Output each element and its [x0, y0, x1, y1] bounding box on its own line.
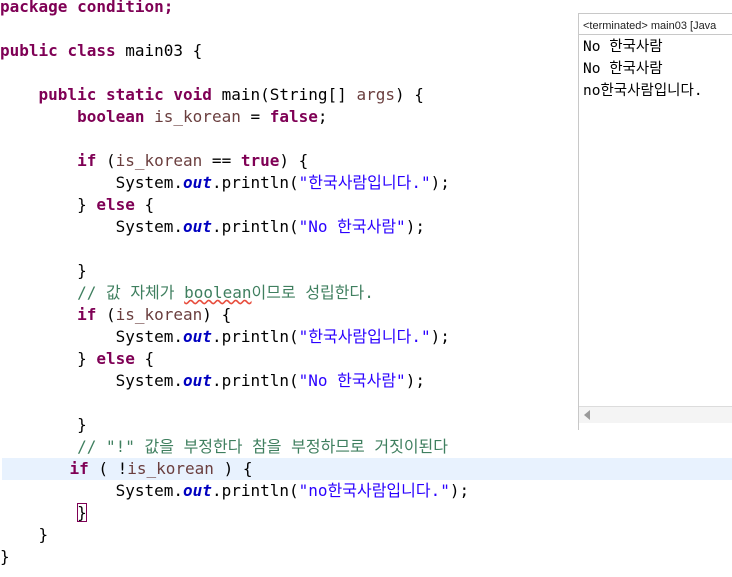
static-field: out	[183, 217, 212, 236]
keyword: public	[38, 85, 97, 104]
keyword: void	[173, 85, 212, 104]
matching-bracket: }	[77, 503, 87, 522]
code-text: );	[449, 481, 470, 500]
keyword: public	[0, 41, 58, 60]
console-panel[interactable]: <terminated> main03 [Java No 한국사람 No 한국사…	[578, 13, 732, 430]
code-text: .println(	[211, 371, 299, 390]
keyword: false	[269, 107, 318, 126]
class-name: main03 {	[115, 41, 203, 60]
code-text: }	[77, 349, 87, 368]
code-line-declare: boolean is_korean = false;	[0, 106, 328, 128]
code-text: System.	[115, 371, 184, 390]
console-output-line: no한국사람입니다.	[583, 83, 703, 99]
code-text: {	[134, 349, 155, 368]
scroll-left-icon[interactable]	[584, 410, 590, 420]
comment: // "!" 값을 부정한다 참을 부정하므로 거짓이된다	[77, 437, 448, 456]
static-field: out	[183, 371, 212, 390]
code-text: }	[77, 415, 87, 434]
code-text: );	[405, 217, 425, 236]
keyword: static	[105, 85, 164, 104]
variable: is_korean	[154, 107, 241, 126]
parameter: args	[356, 85, 395, 104]
code-text: }	[38, 525, 49, 544]
variable: is_korean	[115, 151, 203, 170]
code-text: }	[77, 195, 87, 214]
static-field: out	[183, 481, 212, 500]
code-text: System.	[115, 217, 184, 236]
keyword: else	[96, 349, 135, 368]
code-text: ) {	[279, 151, 309, 170]
horizontal-scrollbar[interactable]	[579, 406, 732, 423]
code-text: {	[134, 195, 155, 214]
variable: is_korean	[115, 305, 203, 324]
code-line-class: public class main03 {	[0, 40, 202, 62]
code-line-if1: if (is_korean == true) {	[0, 150, 308, 172]
code-line-close: }	[0, 546, 10, 568]
code-line-close: }	[0, 414, 87, 436]
code-line-println: System.out.println("No 한국사람");	[0, 370, 425, 392]
code-line-println: System.out.println("no한국사람입니다.");	[0, 480, 470, 502]
code-line-println: System.out.println("한국사람입니다.");	[0, 172, 450, 194]
string-literal: "No 한국사람"	[298, 217, 406, 236]
code-text: (	[96, 151, 116, 170]
code-text: .println(	[211, 481, 299, 500]
string-literal: "No 한국사람"	[298, 371, 406, 390]
code-line-println: System.out.println("No 한국사람");	[0, 216, 425, 238]
code-text: }	[0, 547, 10, 566]
console-header: <terminated> main03 [Java	[583, 20, 717, 32]
code-text: .println(	[211, 217, 299, 236]
keyword: true	[240, 151, 280, 170]
current-line-highlight[interactable]: if ( !is_korean ) {	[2, 458, 732, 480]
string-literal: "no한국사람입니다."	[298, 481, 450, 500]
code-text: .println(	[211, 173, 299, 192]
code-text: ;	[317, 107, 328, 126]
code-line-close: }	[0, 524, 49, 546]
method-signature: main(String[]	[211, 85, 357, 104]
keyword: if	[69, 459, 89, 478]
keyword: class	[67, 41, 116, 60]
code-text: System.	[115, 481, 184, 500]
keyword: else	[96, 195, 135, 214]
code-text: ) {	[394, 85, 424, 104]
variable: is_korean	[127, 459, 214, 478]
code-text: System.	[115, 173, 184, 192]
divider	[579, 34, 732, 35]
static-field: out	[183, 327, 212, 346]
code-text: =	[240, 107, 270, 126]
package-declaration: package condition;	[0, 0, 174, 16]
code-line-else: } else {	[0, 348, 154, 370]
keyword: if	[77, 305, 97, 324]
keyword: boolean	[77, 107, 145, 126]
code-text: }	[77, 261, 87, 280]
keyword: if	[77, 151, 97, 170]
code-text: (	[96, 305, 116, 324]
code-text: );	[430, 327, 450, 346]
code-line-close: }	[0, 502, 87, 524]
static-field: out	[183, 173, 212, 192]
code-text: System.	[115, 327, 184, 346]
code-editor[interactable]: package condition; public class main03 {…	[0, 0, 732, 577]
console-output-line: No 한국사람	[583, 39, 663, 55]
code-text: );	[405, 371, 425, 390]
code-text: ) {	[202, 305, 232, 324]
code-line-close: }	[0, 260, 87, 282]
code-line-else: } else {	[0, 194, 154, 216]
code-line-package: package condition;	[0, 0, 173, 18]
comment: // 값 자체가 boolean이므로 성립한다.	[77, 283, 374, 302]
spellcheck-underline: boolean	[184, 283, 252, 302]
code-line-println: System.out.println("한국사람입니다.");	[0, 326, 450, 348]
string-literal: "한국사람입니다."	[298, 173, 431, 192]
console-output-line: No 한국사람	[583, 61, 663, 77]
code-line-comment: // "!" 값을 부정한다 참을 부정하므로 거짓이된다	[0, 436, 448, 458]
code-text: ==	[202, 151, 241, 170]
code-text: ) {	[213, 459, 253, 478]
code-text: );	[430, 173, 450, 192]
code-line-main: public static void main(String[] args) {	[0, 84, 424, 106]
code-line-if2: if (is_korean) {	[0, 304, 231, 326]
code-text: .println(	[211, 327, 299, 346]
string-literal: "한국사람입니다."	[298, 327, 431, 346]
code-text: ( !	[88, 459, 128, 478]
code-line-comment: // 값 자체가 boolean이므로 성립한다.	[0, 282, 374, 304]
